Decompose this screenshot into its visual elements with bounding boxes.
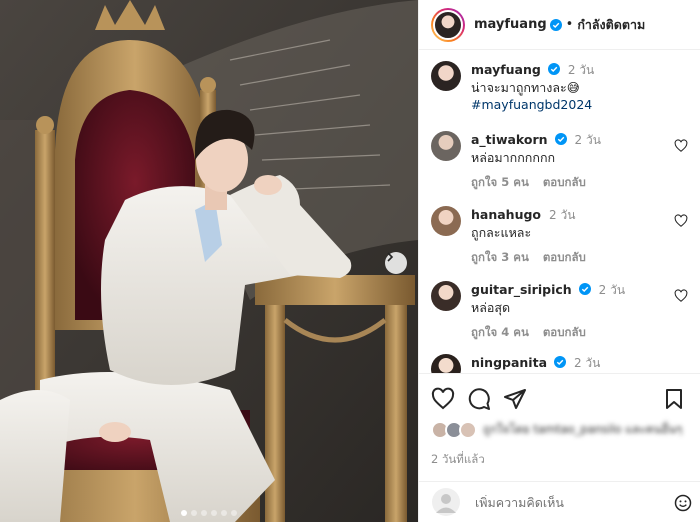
carousel-dot	[201, 510, 207, 516]
heart-icon[interactable]	[674, 214, 688, 228]
carousel-dot	[231, 510, 237, 516]
comment-username[interactable]: guitar_siripich	[471, 282, 572, 297]
comment-text: หล่อสุด	[471, 300, 511, 315]
heart-icon[interactable]	[674, 289, 688, 303]
comment-text: ถูกละแหละ	[471, 225, 532, 240]
reply-button[interactable]: ตอบกลับ	[543, 325, 586, 339]
post-details-panel: mayfuang • กำลังติดตาม mayfuang 2 วัน น่…	[418, 0, 700, 522]
commenter-avatar[interactable]	[431, 131, 461, 161]
comments-list[interactable]: mayfuang 2 วัน น่าจะมาถูกทางละ😅 #mayfuan…	[419, 51, 700, 373]
caption-text: น่าจะมาถูกทางละ😅	[471, 80, 580, 95]
following-button[interactable]: กำลังติดตาม	[577, 15, 645, 35]
header-separator: •	[565, 17, 574, 32]
verified-badge-icon	[554, 133, 567, 145]
comment-likes[interactable]: ถูกใจ 3 คน	[471, 250, 529, 264]
caption: mayfuang 2 วัน น่าจะมาถูกทางละ😅 #mayfuan…	[431, 61, 688, 113]
comment-item: ningpanita 2 วัน	[431, 354, 688, 373]
photo-illustration	[0, 0, 418, 522]
reply-button[interactable]: ตอบกลับ	[543, 250, 586, 264]
post-timestamp: 2 วันที่แล้ว	[431, 452, 485, 466]
chevron-right-icon	[387, 252, 394, 262]
current-user-avatar	[432, 488, 460, 516]
verified-badge-icon	[547, 63, 560, 75]
verified-badge-icon	[578, 283, 591, 295]
commenter-avatar[interactable]	[431, 281, 461, 311]
commenter-avatar[interactable]	[431, 354, 461, 373]
add-comment-input[interactable]	[475, 494, 645, 510]
post-photo[interactable]	[0, 0, 418, 522]
heart-icon[interactable]	[431, 387, 455, 411]
carousel-dot	[191, 510, 197, 516]
share-icon[interactable]	[503, 387, 527, 411]
author-username[interactable]: mayfuang	[474, 17, 547, 32]
verified-badge-icon	[554, 356, 566, 368]
verified-badge-icon	[549, 18, 562, 31]
bookmark-icon[interactable]	[662, 387, 686, 411]
user-placeholder-icon	[436, 494, 456, 513]
likes-summary[interactable]: ถูกใจโดย tamtao_pansilo และคนอื่นๆ	[431, 421, 682, 439]
add-comment-bar	[419, 481, 700, 522]
commenter-avatar[interactable]	[431, 206, 461, 236]
carousel-dot	[211, 510, 217, 516]
comment-text: หล่อมากกกกกก	[471, 150, 556, 165]
comment-item: guitar_siripich 2 วัน หล่อสุด ถูกใจ 4 คน…	[431, 281, 688, 341]
post-actions-bar	[419, 373, 700, 423]
caption-time: 2 วัน	[567, 63, 595, 77]
comment-likes[interactable]: ถูกใจ 5 คน	[471, 175, 529, 189]
comment-time: 2 วัน	[574, 133, 601, 147]
heart-icon[interactable]	[674, 139, 688, 153]
post-header: mayfuang • กำลังติดตาม	[419, 0, 700, 50]
comment-icon[interactable]	[467, 387, 491, 411]
carousel-dot	[221, 510, 227, 516]
carousel-indicator	[0, 510, 418, 516]
comment-username[interactable]: ningpanita	[471, 355, 547, 370]
comment-time: 2 วัน	[573, 356, 601, 370]
author-avatar[interactable]	[431, 7, 465, 42]
likes-text[interactable]: ถูกใจโดย tamtao_pansilo และคนอื่นๆ	[483, 421, 682, 439]
liker-avatar	[459, 421, 477, 439]
caption-username[interactable]: mayfuang	[471, 62, 541, 77]
emoji-icon[interactable]	[673, 493, 693, 513]
comment-time: 2 วัน	[549, 208, 576, 222]
comment-item: hanahugo 2 วัน ถูกละแหละ ถูกใจ 3 คน ตอบกล…	[431, 206, 688, 266]
caption-hashtag[interactable]: #mayfuangbd2024	[471, 96, 688, 113]
comment-username[interactable]: hanahugo	[471, 207, 541, 222]
comment-username[interactable]: a_tiwakorn	[471, 132, 548, 147]
comment-time: 2 วัน	[598, 283, 626, 297]
carousel-dot	[181, 510, 187, 516]
author-avatar-small[interactable]	[431, 61, 461, 91]
comment-item: a_tiwakorn 2 วัน หล่อมากกกกกก ถูกใจ 5 คน…	[431, 131, 688, 191]
reply-button[interactable]: ตอบกลับ	[543, 175, 586, 189]
next-slide-button[interactable]	[385, 252, 407, 274]
comment-likes[interactable]: ถูกใจ 4 คน	[471, 325, 529, 339]
